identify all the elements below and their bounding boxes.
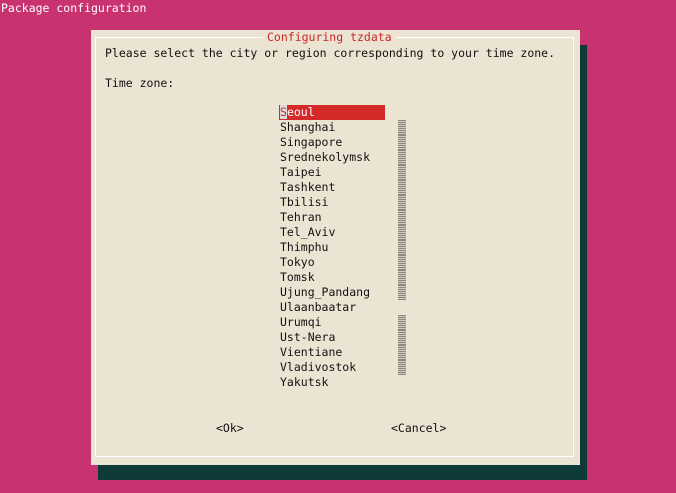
time-zone-list[interactable]: Seoul Shanghai Singapore Srednekolymsk Taipe…	[279, 105, 385, 390]
time-zone-option[interactable]: Srednekolymsk	[279, 150, 385, 165]
time-zone-option[interactable]: Ust-Nera	[279, 330, 385, 345]
scrollbar-segment	[398, 180, 406, 195]
scrollbar-segment	[398, 165, 406, 180]
scrollbar-segment	[398, 135, 406, 150]
scrollbar-segment	[398, 360, 406, 375]
time-zone-option-rest: eoul	[286, 105, 315, 119]
cancel-button[interactable]: <Cancel>	[391, 421, 446, 436]
scrollbar-segment	[398, 315, 406, 330]
time-zone-option[interactable]: Tehran	[279, 210, 385, 225]
time-zone-option[interactable]: Vladivostok	[279, 360, 385, 375]
dialog-title: Configuring tzdata	[263, 30, 396, 45]
scrollbar-segment	[398, 255, 406, 270]
time-zone-option[interactable]: Ulaanbaatar	[279, 300, 385, 315]
ok-button[interactable]: <Ok>	[216, 421, 244, 436]
time-zone-option[interactable]: Tel_Aviv	[279, 225, 385, 240]
scrollbar-segment	[398, 240, 406, 255]
scrollbar-segment	[398, 345, 406, 360]
time-zone-label: Time zone:	[105, 76, 175, 90]
screen-title: Package configuration	[1, 1, 147, 15]
time-zone-option[interactable]: Ujung_Pandang	[279, 285, 385, 300]
time-zone-option[interactable]: Thimphu	[279, 240, 385, 255]
tzdata-dialog: Configuring tzdata Please select the cit…	[91, 30, 580, 465]
time-zone-option[interactable]: Tbilisi	[279, 195, 385, 210]
time-zone-option[interactable]: Yakutsk	[279, 375, 385, 390]
scrollbar-segment	[398, 210, 406, 225]
scrollbar-segment	[398, 150, 406, 165]
time-zone-option[interactable]: Shanghai	[279, 120, 385, 135]
scrollbar-segment	[398, 285, 406, 300]
text-cursor: S	[280, 105, 287, 119]
time-zone-option[interactable]: Taipei	[279, 165, 385, 180]
time-zone-option[interactable]: Urumqi	[279, 315, 385, 330]
time-zone-option[interactable]: Seoul	[279, 105, 385, 120]
scrollbar-segment	[398, 330, 406, 345]
time-zone-option[interactable]: Tokyo	[279, 255, 385, 270]
dialog-prompt: Please select the city or region corresp…	[105, 46, 556, 60]
scrollbar-segment	[398, 225, 406, 240]
scrollbar-segment	[398, 120, 406, 135]
time-zone-option[interactable]: Singapore	[279, 135, 385, 150]
scrollbar[interactable]	[398, 120, 406, 375]
scrollbar-gap	[398, 300, 406, 315]
time-zone-option[interactable]: Vientiane	[279, 345, 385, 360]
time-zone-option[interactable]: Tomsk	[279, 270, 385, 285]
time-zone-option[interactable]: Tashkent	[279, 180, 385, 195]
scrollbar-segment	[398, 270, 406, 285]
scrollbar-segment	[398, 195, 406, 210]
